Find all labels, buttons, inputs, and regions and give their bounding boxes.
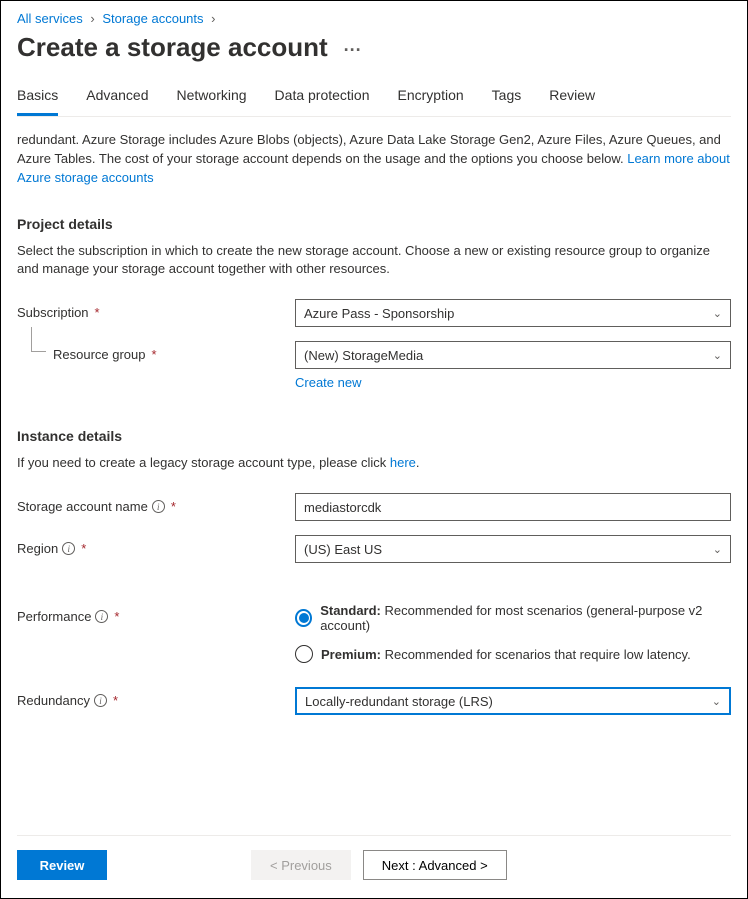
legacy-here-link[interactable]: here [390, 455, 416, 470]
footer: Review < Previous Next : Advanced > [17, 835, 731, 898]
performance-premium-text: Premium: Recommended for scenarios that … [321, 647, 691, 662]
storage-account-name-input[interactable] [295, 493, 731, 521]
tab-encryption[interactable]: Encryption [398, 87, 464, 116]
instance-details-desc: If you need to create a legacy storage a… [17, 454, 731, 473]
performance-label: Performance i * [17, 603, 295, 624]
project-details-heading: Project details [17, 216, 731, 232]
info-icon[interactable]: i [94, 694, 107, 707]
more-actions-button[interactable]: ··· [344, 37, 362, 59]
instance-details-heading: Instance details [17, 428, 731, 444]
chevron-right-icon: › [211, 11, 215, 26]
performance-standard-text: Standard: Recommended for most scenarios… [320, 603, 731, 633]
subscription-select[interactable]: Azure Pass - Sponsorship ⌄ [295, 299, 731, 327]
chevron-down-icon: ⌄ [713, 543, 722, 556]
resource-group-label: Resource group* [17, 341, 295, 362]
tab-basics[interactable]: Basics [17, 87, 58, 116]
breadcrumb-storage-accounts[interactable]: Storage accounts [102, 11, 203, 26]
performance-standard-radio[interactable] [295, 609, 312, 627]
project-details-desc: Select the subscription in which to crea… [17, 242, 731, 280]
tabs: Basics Advanced Networking Data protecti… [17, 87, 731, 117]
breadcrumb: All services › Storage accounts › [17, 11, 731, 26]
chevron-down-icon: ⌄ [713, 307, 722, 320]
page-title: Create a storage account ··· [17, 32, 731, 63]
chevron-down-icon: ⌄ [712, 695, 721, 708]
next-button[interactable]: Next : Advanced > [363, 850, 507, 880]
previous-button: < Previous [251, 850, 351, 880]
region-label: Region i * [17, 535, 295, 556]
info-icon[interactable]: i [152, 500, 165, 513]
tab-review[interactable]: Review [549, 87, 595, 116]
region-select[interactable]: (US) East US ⌄ [295, 535, 731, 563]
chevron-down-icon: ⌄ [713, 349, 722, 362]
review-button[interactable]: Review [17, 850, 107, 880]
tab-tags[interactable]: Tags [492, 87, 522, 116]
storage-account-name-label: Storage account name i * [17, 493, 295, 514]
tab-networking[interactable]: Networking [177, 87, 247, 116]
resource-group-select[interactable]: (New) StorageMedia ⌄ [295, 341, 731, 369]
info-icon[interactable]: i [62, 542, 75, 555]
tab-data-protection[interactable]: Data protection [275, 87, 370, 116]
redundancy-select[interactable]: Locally-redundant storage (LRS) ⌄ [295, 687, 731, 715]
info-icon[interactable]: i [95, 610, 108, 623]
breadcrumb-all-services[interactable]: All services [17, 11, 83, 26]
intro-text: redundant. Azure Storage includes Azure … [17, 131, 731, 188]
create-new-rg-link[interactable]: Create new [295, 375, 361, 390]
subscription-label: Subscription* [17, 299, 295, 320]
performance-premium-radio[interactable] [295, 645, 313, 663]
tab-advanced[interactable]: Advanced [86, 87, 148, 116]
chevron-right-icon: › [90, 11, 94, 26]
redundancy-label: Redundancy i * [17, 687, 295, 708]
